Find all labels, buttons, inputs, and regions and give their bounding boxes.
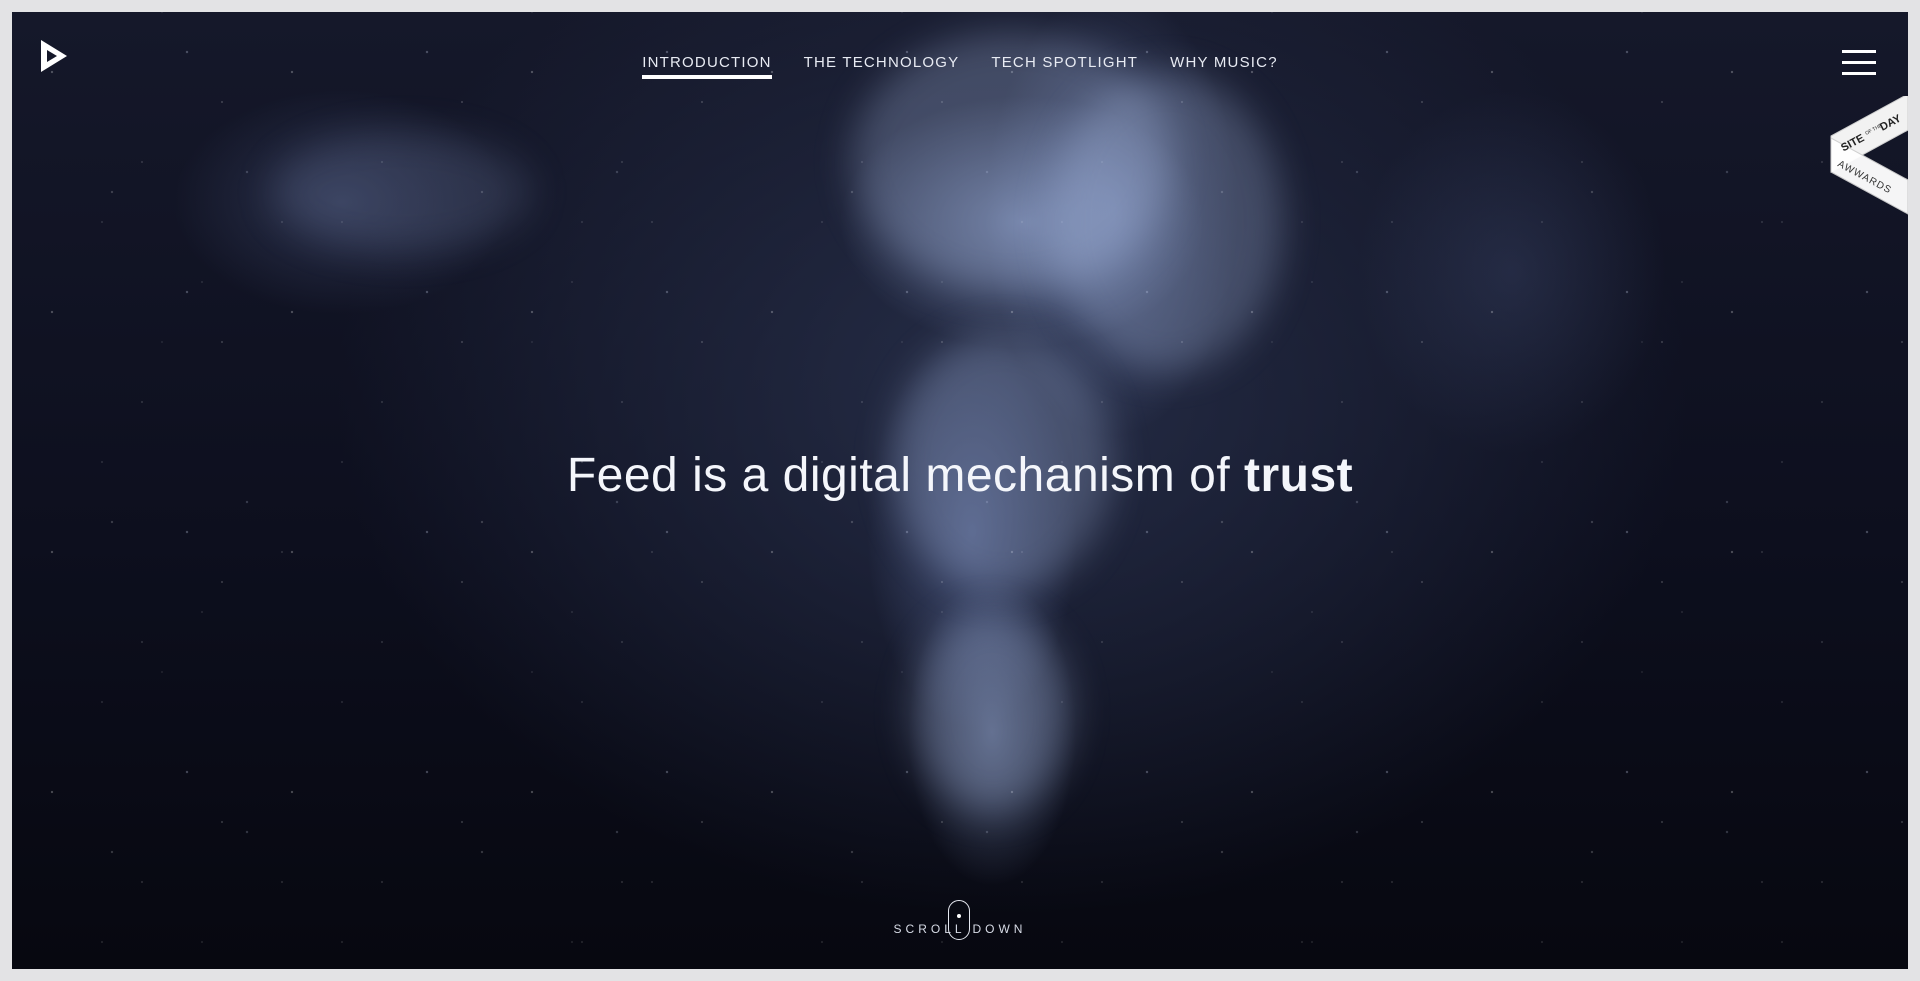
main-nav: INTRODUCTION THE TECHNOLOGY TECH SPOTLIG… bbox=[12, 54, 1908, 79]
nav-item-introduction[interactable]: INTRODUCTION bbox=[642, 54, 773, 79]
scroll-down-indicator[interactable]: SCROLL DOWN bbox=[12, 900, 1908, 950]
awwards-ribbon[interactable]: SITE OF THE DAY AWWARDS bbox=[1816, 93, 1908, 236]
smoke-plume bbox=[272, 132, 532, 252]
nav-item-tech-spotlight[interactable]: TECH SPOTLIGHT bbox=[991, 54, 1138, 79]
hamburger-menu-icon[interactable] bbox=[1842, 50, 1876, 76]
hero-section: INTRODUCTION THE TECHNOLOGY TECH SPOTLIG… bbox=[12, 12, 1908, 969]
award-ribbon-icon: SITE OF THE DAY AWWARDS bbox=[1830, 93, 1908, 215]
mouse-icon bbox=[948, 900, 970, 940]
smoke-plume bbox=[1052, 72, 1282, 372]
nav-item-why-music[interactable]: WHY MUSIC? bbox=[1170, 54, 1278, 79]
nav-item-the-technology[interactable]: THE TECHNOLOGY bbox=[804, 54, 960, 79]
hero-headline-emphasis: trust bbox=[1243, 449, 1354, 502]
smoke-plume bbox=[912, 612, 1072, 812]
hero-headline-text: Feed is a digital mechanism of bbox=[566, 449, 1244, 502]
hero-headline: Feed is a digital mechanism of trust bbox=[12, 448, 1908, 503]
